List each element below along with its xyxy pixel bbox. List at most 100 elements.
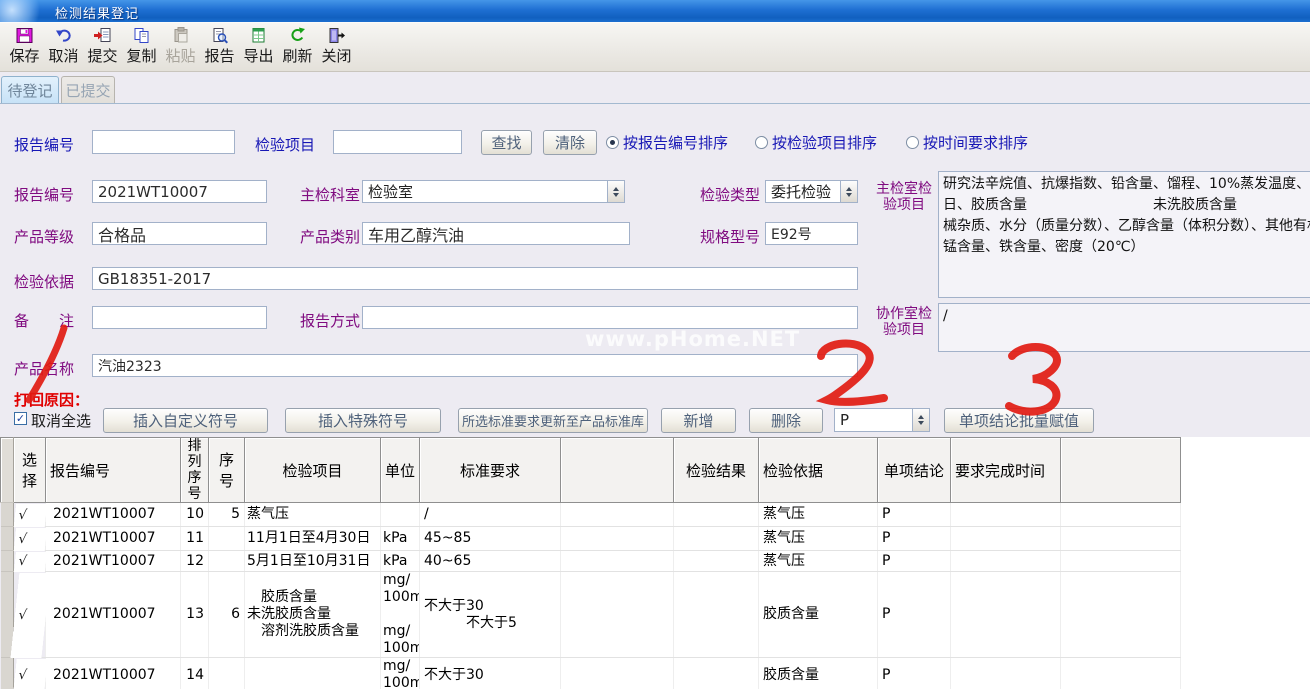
sort-by-time-radio[interactable]: 按时间要求排序 [906, 132, 1028, 153]
cell-trailing[interactable] [1061, 551, 1181, 572]
cell-report-no[interactable]: 2021WT10007 [46, 658, 181, 689]
cell-due[interactable] [951, 551, 1061, 572]
cell-conclusion[interactable]: P [878, 658, 951, 689]
basis-field[interactable] [92, 267, 858, 290]
conclusion-combobox[interactable]: P [834, 408, 930, 432]
cell-blank[interactable] [561, 503, 674, 527]
cell-unit[interactable]: kPa [381, 551, 420, 572]
submit-button[interactable]: 提交 [83, 25, 122, 71]
cell-standard[interactable]: 不大于30 不大于5 [420, 572, 561, 658]
col-basis[interactable]: 检验依据 [759, 438, 878, 503]
sort-by-report-radio[interactable]: 按报告编号排序 [606, 132, 728, 153]
cell-trailing[interactable] [1061, 503, 1181, 527]
copy-button[interactable]: 复制 [122, 25, 161, 71]
batch-assign-button[interactable]: 单项结论批量赋值 [944, 408, 1094, 433]
row-indicator[interactable] [1, 551, 14, 572]
cell-report-no[interactable]: 2021WT10007 [46, 551, 181, 572]
cell-conclusion[interactable]: P [878, 503, 951, 527]
col-result[interactable]: 检验结果 [674, 438, 759, 503]
delete-button[interactable]: 删除 [749, 408, 823, 433]
row-indicator[interactable] [1, 658, 14, 689]
cell-result[interactable] [674, 503, 759, 527]
spinner-icon[interactable] [912, 409, 929, 431]
col-conclusion[interactable]: 单项结论 [878, 438, 951, 503]
col-standard[interactable]: 标准要求 [420, 438, 561, 503]
row-checkmark[interactable]: √ [12, 551, 46, 572]
sort-by-item-radio[interactable]: 按检验项目排序 [755, 132, 877, 153]
cell-seq[interactable] [209, 658, 245, 689]
cell-standard[interactable]: 不大于30 [420, 658, 561, 689]
spinner-icon[interactable] [607, 181, 624, 202]
cell-trailing[interactable] [1061, 658, 1181, 689]
cell-unit[interactable]: mg/ 100mL mg/ 100mL [381, 572, 420, 658]
search-report-no-input[interactable] [92, 130, 235, 154]
spinner-icon[interactable] [840, 181, 857, 202]
insert-custom-symbol-button[interactable]: 插入自定义符号 [103, 408, 268, 433]
cell-blank[interactable] [561, 551, 674, 572]
cell-sort-no[interactable]: 13 [181, 572, 209, 658]
main-items-textarea[interactable]: 研究法辛烷值、抗爆指数、铅含量、馏程、10%蒸发温度、50%蒸 日、胶质含量 未… [938, 171, 1310, 298]
col-unit[interactable]: 单位 [381, 438, 420, 503]
cell-trailing[interactable] [1061, 527, 1181, 551]
row-indicator[interactable] [1, 503, 14, 527]
add-button[interactable]: 新增 [661, 408, 736, 433]
cell-basis[interactable]: 蒸气压 [759, 551, 878, 572]
remark-field[interactable] [92, 306, 267, 329]
cell-sort-no[interactable]: 11 [181, 527, 209, 551]
cell-seq[interactable] [209, 551, 245, 572]
cell-unit[interactable] [381, 503, 420, 527]
cell-result[interactable] [674, 572, 759, 658]
type-combobox[interactable]: 委托检验 [765, 180, 858, 203]
tab-submitted[interactable]: 已提交 [61, 76, 115, 103]
cell-sort-no[interactable]: 12 [181, 551, 209, 572]
cell-standard[interactable]: 45~85 [420, 527, 561, 551]
cell-basis[interactable]: 蒸气压 [759, 503, 878, 527]
cell-report-no[interactable]: 2021WT10007 [46, 572, 181, 658]
save-button[interactable]: 保存 [5, 25, 44, 71]
dept-combobox[interactable]: 检验室 [362, 180, 625, 203]
cell-basis[interactable]: 蒸气压 [759, 527, 878, 551]
cell-conclusion[interactable]: P [878, 551, 951, 572]
cell-seq[interactable]: 6 [209, 572, 245, 658]
cell-unit[interactable]: kPa [381, 527, 420, 551]
cell-blank[interactable] [561, 527, 674, 551]
cell-due[interactable] [951, 527, 1061, 551]
cell-blank[interactable] [561, 572, 674, 658]
product-name-field[interactable] [92, 354, 858, 377]
col-sort-no[interactable]: 排列 序号 [181, 438, 209, 503]
cell-unit[interactable]: mg/ 100mL [381, 658, 420, 689]
cell-sort-no[interactable]: 14 [181, 658, 209, 689]
cell-item[interactable]: 5月1日至10月31日 [245, 551, 381, 572]
cell-due[interactable] [951, 572, 1061, 658]
clear-button[interactable]: 清除 [543, 130, 597, 155]
cancel-button[interactable]: 取消 [44, 25, 83, 71]
col-seq[interactable]: 序号 [209, 438, 245, 503]
report-button[interactable]: 报告 [200, 25, 239, 71]
cell-result[interactable] [674, 551, 759, 572]
category-field[interactable] [362, 222, 630, 245]
cell-conclusion[interactable]: P [878, 527, 951, 551]
cell-item[interactable] [245, 658, 381, 689]
col-report-no[interactable]: 报告编号 [46, 438, 181, 503]
insert-special-symbol-button[interactable]: 插入特殊符号 [285, 408, 441, 433]
cell-result[interactable] [674, 658, 759, 689]
cell-item[interactable]: 11月1日至4月30日 [245, 527, 381, 551]
row-checkmark[interactable]: √ [12, 527, 47, 551]
col-select[interactable]: 选择 [14, 438, 46, 503]
cell-report-no[interactable]: 2021WT10007 [46, 503, 181, 527]
grade-field[interactable] [92, 222, 267, 245]
row-checkmark[interactable]: √ [9, 572, 50, 658]
spec-field[interactable] [765, 222, 858, 245]
paste-button[interactable]: 粘贴 [161, 25, 200, 71]
cell-standard[interactable]: / [420, 503, 561, 527]
find-button[interactable]: 查找 [481, 130, 532, 155]
uncheck-all-checkbox[interactable]: ✓ [14, 412, 27, 425]
cell-result[interactable] [674, 527, 759, 551]
cell-blank[interactable] [561, 658, 674, 689]
col-due[interactable]: 要求完成时间 [951, 438, 1061, 503]
update-standard-button[interactable]: 所选标准要求更新至产品标准库 [458, 408, 648, 433]
cell-item[interactable]: 胶质含量 未洗胶质含量 溶剂洗胶质含量 [245, 572, 381, 658]
col-item[interactable]: 检验项目 [245, 438, 381, 503]
cell-due[interactable] [951, 503, 1061, 527]
cell-conclusion[interactable]: P [878, 572, 951, 658]
